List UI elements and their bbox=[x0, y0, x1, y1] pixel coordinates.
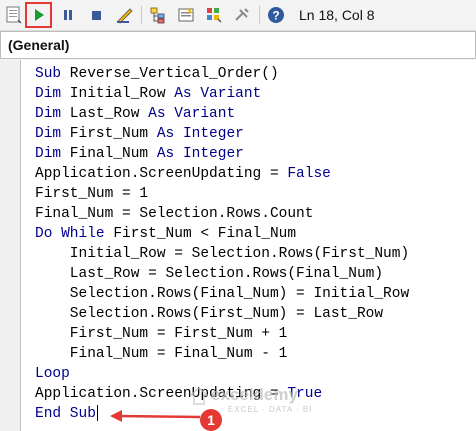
watermark-subtitle: EXCEL · DATA · BI bbox=[228, 405, 313, 414]
watermark-logo: exceldemy bbox=[189, 385, 298, 405]
annotation-arrow bbox=[110, 410, 201, 422]
step-badge-cursor: 1 bbox=[200, 409, 222, 431]
watermark-title: exceldemy bbox=[211, 385, 298, 404]
